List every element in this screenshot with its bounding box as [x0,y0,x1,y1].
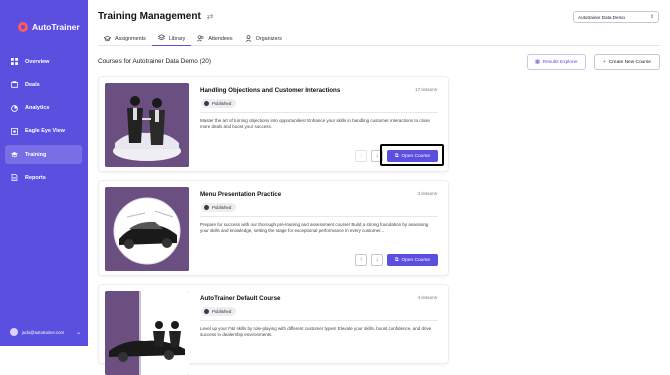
divider [200,320,438,321]
tab-label: Assignments [115,36,146,42]
lesson-count: 17 lessons [415,87,437,92]
status-label: Published [212,205,232,210]
move-up-button[interactable]: ↑ [355,254,367,266]
tab-bar: Assignments Library Attendees Organizers [98,32,660,46]
status-badge: Published [201,99,237,108]
course-image [105,291,189,375]
analytics-icon [11,104,18,112]
sidebar-item-training[interactable]: Training [5,145,82,165]
main-content: Training Management ⇄ Autotrainer Data D… [88,0,670,375]
title-row: Training Management ⇄ [98,11,214,22]
lesson-count: 3 lessons [417,191,437,196]
chart-icon: ▦ [535,59,540,65]
sidebar-item-label: Eagle Eye View [25,128,65,135]
tab-library[interactable]: Library [151,32,192,46]
button-label: Results Explorer [542,59,578,65]
page-title: Training Management [98,11,201,22]
sidebar-item-reports[interactable]: Reports [5,168,82,187]
sidebar-item-label: Overview [25,58,50,65]
published-icon [204,205,209,210]
logo-icon [18,22,28,32]
sidebar-item-label: Training [25,151,47,158]
button-label: Create New Course [608,59,651,65]
tab-label: Organizers [255,36,282,42]
published-icon [204,101,209,106]
organization-select-value: Autotrainer Data Demo [578,14,625,20]
tab-assignments[interactable]: Assignments [98,32,152,46]
users-icon [197,34,204,44]
sidebar-item-label: Deals [25,81,40,88]
graduation-cap-icon [11,151,18,158]
arrow-up-icon: ↑ [359,153,363,159]
sidebar-item-deals[interactable]: Deals [5,75,82,94]
chevron-down-icon: ⌄ [76,329,82,336]
course-title[interactable]: Menu Presentation Practice [200,191,281,198]
course-title[interactable]: AutoTrainer Default Course [200,295,280,302]
lesson-count: 4 lessons [417,295,437,300]
organization-select[interactable]: Autotrainer Data Demo ⇕ [573,11,659,23]
open-course-button[interactable]: ⧉ Open Course [387,254,438,266]
avatar [10,328,18,336]
arrow-up-icon: ↑ [359,257,363,263]
chevron-updown-icon: ⇕ [649,14,654,20]
move-up-button[interactable]: ↑ [355,150,367,162]
sidebar-item-label: Reports [25,174,46,181]
tab-organizers[interactable]: Organizers [239,32,288,46]
external-link-icon: ⧉ [395,258,399,263]
sidebar-item-eagle-eye-view[interactable]: Eagle Eye View [5,122,82,141]
eye-icon [11,127,18,135]
app-logo[interactable]: AutoTrainer [18,22,80,32]
course-card: AutoTrainer Default Course 4 lessons Pub… [98,284,449,375]
sidebar: AutoTrainer Overview Deals Analytics Eag… [0,0,88,346]
sidebar-item-overview[interactable]: Overview [5,52,82,71]
grid-icon [11,58,18,65]
course-image [105,187,189,271]
course-description: Prepare for success with our thorough pr… [200,222,429,234]
layers-icon [157,34,166,43]
divider [200,216,438,217]
user-email: judo@autotrainer.com [22,329,65,335]
course-image [105,83,189,167]
status-badge: Published [201,307,237,316]
tab-label: Library [168,35,186,42]
deals-icon [11,81,18,89]
results-explorer-button[interactable]: ▦ Results Explorer [527,54,586,70]
user-icon [245,34,252,44]
status-label: Published [212,309,232,314]
graduation-cap-icon [103,35,112,44]
published-icon [204,309,209,314]
reports-icon [11,174,18,182]
plus-icon: + [603,59,606,65]
sidebar-item-label: Analytics [25,105,50,112]
sidebar-nav: Overview Deals Analytics Eagle Eye View … [5,52,82,192]
divider [200,112,438,113]
status-badge: Published [201,203,237,212]
course-description: Level up your F&I skills by role-playing… [200,326,432,338]
button-label: Open Course [401,257,430,263]
arrow-down-icon: ↓ [375,257,379,263]
course-card: Menu Presentation Practice 3 lessons Pub… [98,180,449,276]
move-down-button[interactable]: ↓ [371,254,383,266]
user-menu[interactable]: judo@autotrainer.com ⌄ [10,328,81,336]
course-title[interactable]: Handling Objections and Customer Interac… [200,87,340,94]
app-name: AutoTrainer [32,22,80,32]
arrow-down-icon: ↓ [375,153,379,159]
create-course-button[interactable]: + Create New Course [594,54,660,70]
shuffle-icon[interactable]: ⇄ [207,12,214,21]
tab-attendees[interactable]: Attendees [191,32,238,46]
status-label: Published [212,101,232,106]
focus-highlight [380,144,444,166]
course-description: Master the art of turning objections int… [200,118,430,130]
tab-label: Attendees [208,36,233,42]
sidebar-item-analytics[interactable]: Analytics [5,99,82,118]
section-title: Courses for Autotrainer Data Demo (20) [98,58,211,65]
